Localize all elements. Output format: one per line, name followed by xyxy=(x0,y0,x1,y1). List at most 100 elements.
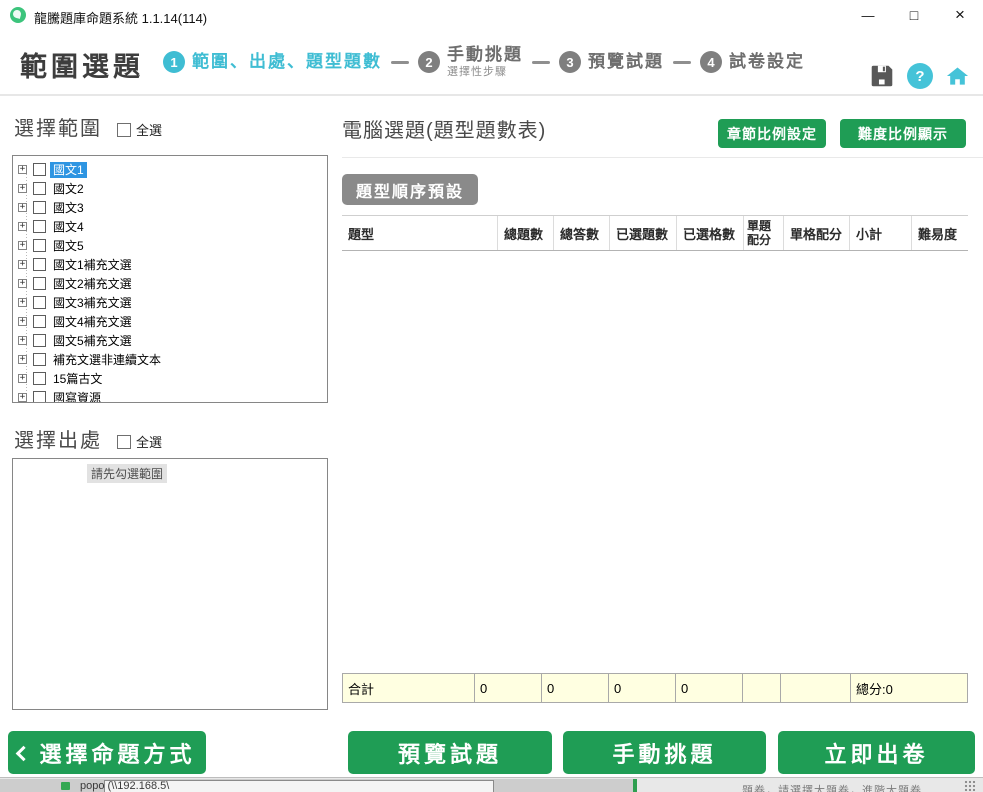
expand-plus-icon[interactable]: + xyxy=(18,279,27,288)
tree-item[interactable]: + 國文5補充文選 xyxy=(13,331,327,350)
tree-item-checkbox[interactable] xyxy=(33,258,46,271)
source-select-all[interactable]: 全選 xyxy=(117,432,162,453)
totals-total-score: 總分:0 xyxy=(851,673,968,703)
expand-plus-icon[interactable]: + xyxy=(18,374,27,383)
source-select-all-checkbox[interactable] xyxy=(117,435,131,449)
tree-item-label[interactable]: 國文5補充文選 xyxy=(50,333,135,349)
tree-item-label[interactable]: 國文4補充文選 xyxy=(50,314,135,330)
step-1-label: 範圍、出處、題型題數 xyxy=(192,52,382,72)
tree-item[interactable]: + 國文5 xyxy=(13,236,327,255)
tree-item[interactable]: + 國文1補充文選 xyxy=(13,255,327,274)
tree-item-checkbox[interactable] xyxy=(33,182,46,195)
tree-item[interactable]: + 國寫資源 xyxy=(13,388,327,403)
tree-item[interactable]: + 國文1 xyxy=(13,160,327,179)
type-order-preset-button[interactable]: 題型順序預設 xyxy=(342,174,478,205)
totals-selected-questions: 0 xyxy=(609,673,676,703)
tree-item[interactable]: + 國文2 xyxy=(13,179,327,198)
tree-item-label[interactable]: 國文2 xyxy=(50,181,87,197)
expand-plus-icon[interactable]: + xyxy=(18,222,27,231)
step-3-preview[interactable]: 3 預覽試題 xyxy=(559,51,664,73)
difficulty-ratio-button[interactable]: 難度比例顯示 xyxy=(840,119,966,148)
tree-item-checkbox[interactable] xyxy=(33,239,46,252)
chevron-left-icon xyxy=(16,745,32,761)
minimize-button[interactable]: — xyxy=(845,0,891,30)
tree-item-checkbox[interactable] xyxy=(33,353,46,366)
expand-plus-icon[interactable]: + xyxy=(18,241,27,250)
tree-item-label[interactable]: 國文2補充文選 xyxy=(50,276,135,292)
step-2-sublabel: 選擇性步驟 xyxy=(447,66,523,79)
tree-item-checkbox[interactable] xyxy=(33,163,46,176)
source-placeholder-text: 請先勾選範圍 xyxy=(87,464,167,483)
tree-item-label[interactable]: 國文5 xyxy=(50,238,87,254)
expand-plus-icon[interactable]: + xyxy=(18,260,27,269)
tree-item[interactable]: + 國文3補充文選 xyxy=(13,293,327,312)
step-1-number: 1 xyxy=(163,51,185,73)
background-drive-label: popo (\\192.168.5\ xyxy=(80,780,169,792)
range-select-all[interactable]: 全選 xyxy=(117,120,162,141)
title-bar: 龍騰題庫命題系統 1.1.14(114) — □ × xyxy=(0,0,983,30)
window-title: 龍騰題庫命題系統 1.1.14(114) xyxy=(34,8,207,27)
tree-item-checkbox[interactable] xyxy=(33,372,46,385)
tree-item-label[interactable]: 國文3補充文選 xyxy=(50,295,135,311)
tree-item-label[interactable]: 15篇古文 xyxy=(50,371,105,387)
step-1-range[interactable]: 1 範圍、出處、題型題數 xyxy=(163,51,382,73)
tree-item-checkbox[interactable] xyxy=(33,391,46,403)
save-icon[interactable] xyxy=(869,63,895,89)
background-accent-line xyxy=(633,779,637,792)
tree-item[interactable]: + 國文4 xyxy=(13,217,327,236)
expand-plus-icon[interactable]: + xyxy=(18,203,27,212)
expand-plus-icon[interactable]: + xyxy=(18,355,27,364)
tree-item[interactable]: + 補充文選非連續文本 xyxy=(13,350,327,369)
tree-item-label[interactable]: 補充文選非連續文本 xyxy=(50,352,164,368)
tree-item[interactable]: + 國文4補充文選 xyxy=(13,312,327,331)
generate-exam-button[interactable]: 立即出卷 xyxy=(778,731,975,774)
manual-pick-button[interactable]: 手動挑題 xyxy=(563,731,766,774)
range-select-all-checkbox[interactable] xyxy=(117,123,131,137)
tree-item[interactable]: + 國文3 xyxy=(13,198,327,217)
col-total-questions: 總題數 xyxy=(498,216,554,250)
background-clipped-text: 題卷，請選擇大題卷，進階大題卷 xyxy=(742,782,922,792)
home-icon[interactable] xyxy=(945,64,970,88)
tree-item-checkbox[interactable] xyxy=(33,201,46,214)
help-icon[interactable]: ? xyxy=(907,63,933,89)
step-connector xyxy=(673,61,691,64)
step-4-exam-settings[interactable]: 4 試卷設定 xyxy=(700,51,805,73)
col-selected-cells: 已選格數 xyxy=(677,216,744,250)
step-2-label: 手動挑題 選擇性步驟 xyxy=(447,45,523,78)
tree-item-label[interactable]: 國寫資源 xyxy=(50,390,104,404)
source-select-all-label: 全選 xyxy=(136,432,162,451)
window-controls: — □ × xyxy=(845,0,983,30)
tree-item-checkbox[interactable] xyxy=(33,296,46,309)
tree-item-label[interactable]: 國文1 xyxy=(50,162,87,178)
preview-questions-button[interactable]: 預覽試題 xyxy=(348,731,552,774)
tree-item-label[interactable]: 國文4 xyxy=(50,219,87,235)
step-connector xyxy=(391,61,409,64)
expand-plus-icon[interactable]: + xyxy=(18,165,27,174)
expand-plus-icon[interactable]: + xyxy=(18,298,27,307)
expand-plus-icon[interactable]: + xyxy=(18,336,27,345)
back-to-method-button[interactable]: 選擇命題方式 xyxy=(8,731,206,774)
tree-item-checkbox[interactable] xyxy=(33,334,46,347)
close-button[interactable]: × xyxy=(937,0,983,30)
tree-item-label[interactable]: 國文3 xyxy=(50,200,87,216)
expand-plus-icon[interactable]: + xyxy=(18,317,27,326)
chapter-ratio-button[interactable]: 章節比例設定 xyxy=(718,119,826,148)
tree-item-checkbox[interactable] xyxy=(33,277,46,290)
tree-item[interactable]: + 國文2補充文選 xyxy=(13,274,327,293)
wizard-steps: 1 範圍、出處、題型題數 2 手動挑題 選擇性步驟 3 預覽試題 4 試卷設定 xyxy=(163,30,805,94)
step-2-label-text: 手動挑題 xyxy=(447,45,523,64)
resize-grip-icon xyxy=(964,780,976,792)
maximize-button[interactable]: □ xyxy=(891,0,937,30)
expand-plus-icon[interactable]: + xyxy=(18,184,27,193)
tree-item-checkbox[interactable] xyxy=(33,220,46,233)
step-2-manual-pick[interactable]: 2 手動挑題 選擇性步驟 xyxy=(418,45,523,78)
col-score-per-cell: 單格配分 xyxy=(784,216,850,250)
tree-item-checkbox[interactable] xyxy=(33,315,46,328)
source-section-header: 選擇出處 全選 xyxy=(14,424,162,453)
tree-item-label[interactable]: 國文1補充文選 xyxy=(50,257,135,273)
network-drive-icon xyxy=(61,782,70,790)
col-difficulty: 難易度 xyxy=(912,216,968,250)
expand-plus-icon[interactable]: + xyxy=(18,393,27,402)
tree-item[interactable]: + 15篇古文 xyxy=(13,369,327,388)
totals-empty-1 xyxy=(743,673,781,703)
